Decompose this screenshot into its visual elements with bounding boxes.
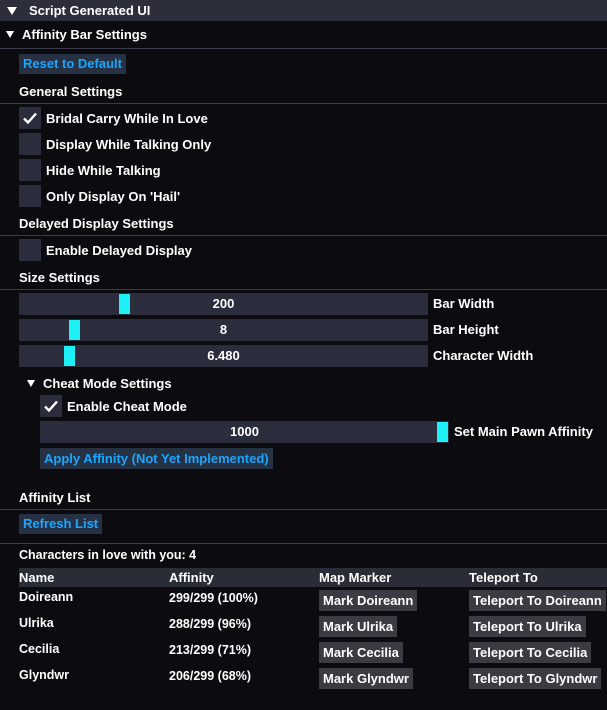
separator	[0, 509, 607, 510]
column-header-name: Name	[19, 570, 55, 585]
checkbox-label: Enable Cheat Mode	[67, 398, 187, 414]
checkbox-bridal-carry[interactable]: Bridal Carry While In Love	[19, 107, 208, 129]
affinity-list-title: Affinity List	[19, 490, 91, 505]
separator	[0, 289, 607, 290]
mark-ulrika-button[interactable]: Mark Ulrika	[319, 616, 398, 637]
window-title: Script Generated UI	[29, 3, 151, 18]
checkbox-enable-delayed-display[interactable]: Enable Delayed Display	[19, 239, 192, 261]
collapse-triangle-icon[interactable]	[27, 379, 35, 387]
table-row-affinity: 299/299 (100%)	[169, 591, 258, 605]
main-pawn-affinity-label: Set Main Pawn Affinity	[454, 424, 593, 439]
checkmark-icon	[44, 400, 58, 413]
table-row-name: Doireann	[19, 590, 74, 604]
slider-value: 1000	[230, 424, 259, 439]
column-header-map-marker: Map Marker	[319, 570, 392, 585]
checkbox-enable-cheat-mode[interactable]: Enable Cheat Mode	[40, 395, 187, 417]
checkbox-box[interactable]	[19, 107, 41, 129]
affinity-bar-settings-title: Affinity Bar Settings	[22, 26, 147, 42]
checkbox-display-while-talking[interactable]: Display While Talking Only	[19, 133, 211, 155]
checkbox-only-display-on-hail[interactable]: Only Display On 'Hail'	[19, 185, 180, 207]
cheat-mode-settings-header[interactable]: Cheat Mode Settings	[0, 373, 172, 393]
window-title-bar[interactable]: Script Generated UI	[0, 0, 607, 21]
table-row-affinity: 206/299 (68%)	[169, 669, 252, 683]
separator	[0, 543, 607, 544]
checkbox-label: Bridal Carry While In Love	[46, 110, 208, 126]
separator	[0, 48, 607, 49]
checkbox-box[interactable]	[19, 185, 41, 207]
size-settings-title: Size Settings	[19, 270, 100, 285]
characters-count-text: Characters in love with you: 4	[19, 548, 197, 562]
teleport-to-doireann-button[interactable]: Teleport To Doireann	[469, 590, 606, 611]
checkbox-hide-while-talking[interactable]: Hide While Talking	[19, 159, 161, 181]
mark-cecilia-button[interactable]: Mark Cecilia	[319, 642, 403, 663]
delayed-display-settings-title: Delayed Display Settings	[19, 216, 174, 231]
table-row-name: Glyndwr	[19, 668, 70, 682]
bar-width-slider[interactable]: 200	[19, 293, 428, 315]
general-settings-title: General Settings	[19, 84, 123, 99]
checkbox-box[interactable]	[19, 159, 41, 181]
table-row-affinity: 213/299 (71%)	[169, 643, 252, 657]
mark-glyndwr-button[interactable]: Mark Glyndwr	[319, 668, 413, 689]
separator	[0, 235, 607, 236]
main-pawn-affinity-slider[interactable]: 1000	[40, 421, 449, 443]
collapse-triangle-icon[interactable]	[7, 6, 17, 15]
table-row-affinity: 288/299 (96%)	[169, 617, 252, 631]
bar-height-slider[interactable]: 8	[19, 319, 428, 341]
refresh-list-button[interactable]: Refresh List	[19, 514, 103, 534]
affinity-bar-settings-header[interactable]: Affinity Bar Settings	[0, 22, 607, 46]
column-header-affinity: Affinity	[169, 570, 214, 585]
checkbox-label: Hide While Talking	[46, 162, 161, 178]
checkbox-label: Display While Talking Only	[46, 136, 212, 152]
teleport-to-ulrika-button[interactable]: Teleport To Ulrika	[469, 616, 586, 637]
character-width-label: Character Width	[433, 348, 534, 363]
slider-value: 8	[219, 322, 228, 337]
teleport-to-cecilia-button[interactable]: Teleport To Cecilia	[469, 642, 592, 663]
table-row-name: Cecilia	[19, 642, 60, 656]
cheat-mode-settings-title: Cheat Mode Settings	[43, 375, 172, 391]
apply-affinity-button[interactable]: Apply Affinity (Not Yet Implemented)	[40, 448, 273, 469]
checkbox-box[interactable]	[19, 239, 41, 261]
collapse-triangle-icon[interactable]	[6, 30, 14, 38]
teleport-to-glyndwr-button[interactable]: Teleport To Glyndwr	[469, 668, 602, 689]
table-row-name: Ulrika	[19, 616, 54, 630]
checkbox-box[interactable]	[19, 133, 41, 155]
checkbox-box[interactable]	[40, 395, 62, 417]
mark-doireann-button[interactable]: Mark Doireann	[319, 590, 418, 611]
bar-height-label: Bar Height	[433, 322, 499, 337]
checkbox-label: Only Display On 'Hail'	[46, 188, 181, 204]
reset-to-default-button[interactable]: Reset to Default	[19, 54, 126, 74]
character-width-slider[interactable]: 6.480	[19, 345, 428, 367]
slider-value: 200	[212, 296, 235, 311]
slider-value: 6.480	[207, 348, 240, 363]
checkmark-icon	[23, 112, 37, 125]
column-header-teleport: Teleport To	[469, 570, 538, 585]
bar-width-label: Bar Width	[433, 296, 495, 311]
checkbox-label: Enable Delayed Display	[46, 242, 192, 258]
separator	[0, 103, 607, 104]
